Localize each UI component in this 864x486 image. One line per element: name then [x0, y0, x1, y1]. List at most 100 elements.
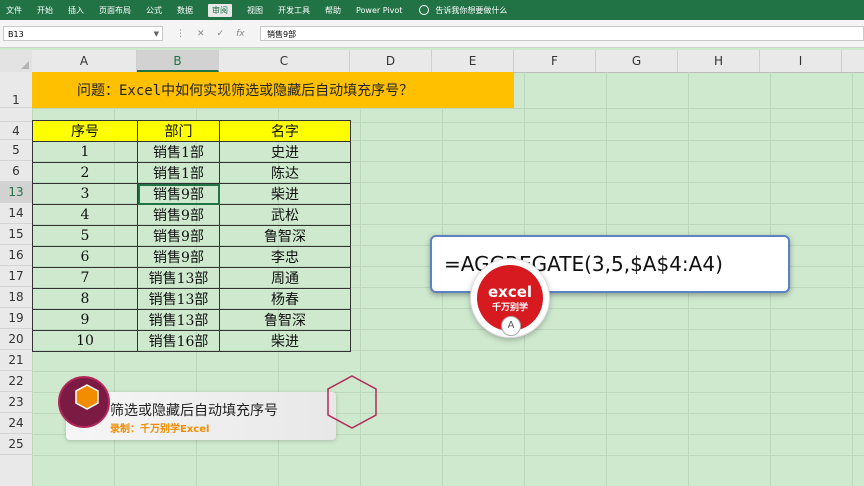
tab-insert[interactable]: 插入 — [68, 5, 84, 16]
cell-name[interactable]: 柴进 — [219, 330, 351, 352]
cell-number[interactable]: 3 — [32, 183, 138, 205]
cell-number[interactable]: 1 — [32, 141, 138, 163]
more-options-icon[interactable]: ⋮ — [176, 29, 185, 39]
tab-power-pivot[interactable]: Power Pivot — [356, 6, 402, 15]
banner-subtitle: 录制：千万别学Excel — [110, 424, 210, 435]
row-header-16[interactable]: 16 — [0, 245, 32, 266]
enter-icon[interactable]: ✓ — [217, 29, 225, 39]
tab-review[interactable]: 审阅 — [208, 3, 232, 17]
header-cell-name[interactable]: 名字 — [219, 120, 351, 142]
cell-name[interactable]: 李忠 — [219, 246, 351, 268]
row-header-25[interactable]: 25 — [0, 434, 32, 455]
row-header-14[interactable]: 14 — [0, 203, 32, 224]
insert-function-icon[interactable]: fx — [236, 29, 245, 39]
hexagon-outline-icon — [327, 375, 377, 429]
row-header-6[interactable]: 6 — [0, 161, 32, 182]
cell-number[interactable]: 4 — [32, 204, 138, 226]
logo-letter-badge: A — [501, 316, 521, 336]
cell-department[interactable]: 销售9部 — [137, 204, 220, 226]
column-header-a[interactable]: A — [32, 50, 137, 72]
row-header-23[interactable]: 23 — [0, 392, 32, 413]
cell-department[interactable]: 销售9部 — [137, 246, 220, 268]
tab-page-layout[interactable]: 页面布局 — [99, 5, 131, 16]
column-header-i[interactable]: I — [760, 50, 842, 72]
select-all-button[interactable] — [0, 50, 32, 72]
table-row: 5 销售9部 鲁智深 — [32, 225, 351, 247]
cell-number[interactable]: 7 — [32, 267, 138, 289]
table-header-row: 序号 部门 名字 — [32, 120, 351, 142]
cell-number[interactable]: 10 — [32, 330, 138, 352]
tab-developer[interactable]: 开发工具 — [278, 5, 310, 16]
cell-name[interactable]: 鲁智深 — [219, 309, 351, 331]
column-header-b[interactable]: B — [137, 50, 219, 72]
chevron-down-icon[interactable]: ▼ — [154, 27, 159, 42]
row-header-24[interactable]: 24 — [0, 413, 32, 434]
cell-department[interactable]: 销售13部 — [137, 309, 220, 331]
tab-view[interactable]: 视图 — [247, 5, 263, 16]
tab-data[interactable]: 数据 — [177, 5, 193, 16]
cell-number[interactable]: 8 — [32, 288, 138, 310]
lightbulb-icon — [419, 5, 430, 15]
column-header-h[interactable]: H — [678, 50, 760, 72]
cell-name[interactable]: 武松 — [219, 204, 351, 226]
logo-text-top: excel — [487, 282, 533, 301]
row-header-18[interactable]: 18 — [0, 287, 32, 308]
tell-me-box[interactable]: 告诉我你想要做什么 — [419, 5, 507, 16]
banner-title: 筛选或隐藏后自动填充序号 — [110, 403, 278, 419]
column-header-e[interactable]: E — [432, 50, 514, 72]
row-header-17[interactable]: 17 — [0, 266, 32, 287]
header-cell-number[interactable]: 序号 — [32, 120, 138, 142]
table-row: 2 销售1部 陈达 — [32, 162, 351, 184]
column-header-d[interactable]: D — [350, 50, 432, 72]
row-header-21[interactable]: 21 — [0, 350, 32, 371]
header-cell-department[interactable]: 部门 — [137, 120, 220, 142]
cell-department[interactable]: 销售9部 — [137, 225, 220, 247]
tab-formulas[interactable]: 公式 — [146, 5, 162, 16]
row-header-5[interactable]: 5 — [0, 140, 32, 161]
question-title-cell[interactable]: 问题：Excel中如何实现筛选或隐藏后自动填充序号？ — [32, 72, 514, 108]
cell-name[interactable]: 柴进 — [219, 183, 351, 205]
cell-name[interactable]: 陈达 — [219, 162, 351, 184]
cell-department[interactable]: 销售1部 — [137, 141, 220, 163]
cancel-icon[interactable]: ✕ — [197, 29, 205, 39]
name-box[interactable]: B13 ▼ — [3, 26, 163, 41]
tab-help[interactable]: 帮助 — [325, 5, 341, 16]
cell-department[interactable]: 销售16部 — [137, 330, 220, 352]
row-header-13[interactable]: 13 — [0, 182, 32, 203]
cell-number[interactable]: 6 — [32, 246, 138, 268]
cell-name[interactable]: 史进 — [219, 141, 351, 163]
column-headers: A B C D E F G H I — [0, 50, 864, 73]
table-row: 9 销售13部 鲁智深 — [32, 309, 351, 331]
table-row: 4 销售9部 武松 — [32, 204, 351, 226]
cell-department[interactable]: 销售1部 — [137, 162, 220, 184]
cell-department-selected[interactable]: 销售9部 — [137, 183, 220, 205]
table-row: 10 销售16部 柴进 — [32, 330, 351, 352]
row-header-22[interactable]: 22 — [0, 371, 32, 392]
cell-number[interactable]: 9 — [32, 309, 138, 331]
row-header-4[interactable]: 4 — [0, 122, 32, 140]
tab-file[interactable]: 文件 — [6, 5, 22, 16]
cell-name[interactable]: 鲁智深 — [219, 225, 351, 247]
cell-number[interactable]: 5 — [32, 225, 138, 247]
cell-department[interactable]: 销售13部 — [137, 288, 220, 310]
row-header-15[interactable]: 15 — [0, 224, 32, 245]
grid-line — [32, 108, 864, 109]
column-header-g[interactable]: G — [596, 50, 678, 72]
row-header-1[interactable]: 1 — [0, 72, 32, 108]
row-header-19[interactable]: 19 — [0, 308, 32, 329]
data-table: 序号 部门 名字 1 销售1部 史进 2 销售1部 陈达 3 销售9部 柴进 4… — [32, 120, 351, 352]
hexagon-icon — [75, 384, 99, 410]
name-box-value: B13 — [8, 30, 24, 39]
tell-me-text: 告诉我你想要做什么 — [435, 5, 508, 15]
cell-department[interactable]: 销售13部 — [137, 267, 220, 289]
row-header-20[interactable]: 20 — [0, 329, 32, 350]
column-header-f[interactable]: F — [514, 50, 596, 72]
formula-input[interactable]: 销售9部 — [260, 26, 864, 41]
tab-home[interactable]: 开始 — [37, 5, 53, 16]
column-header-c[interactable]: C — [219, 50, 350, 72]
table-row: 7 销售13部 周通 — [32, 267, 351, 289]
formula-bar: B13 ▼ ⋮ ✕ ✓ fx 销售9部 — [0, 20, 864, 48]
cell-number[interactable]: 2 — [32, 162, 138, 184]
cell-name[interactable]: 杨春 — [219, 288, 351, 310]
cell-name[interactable]: 周通 — [219, 267, 351, 289]
